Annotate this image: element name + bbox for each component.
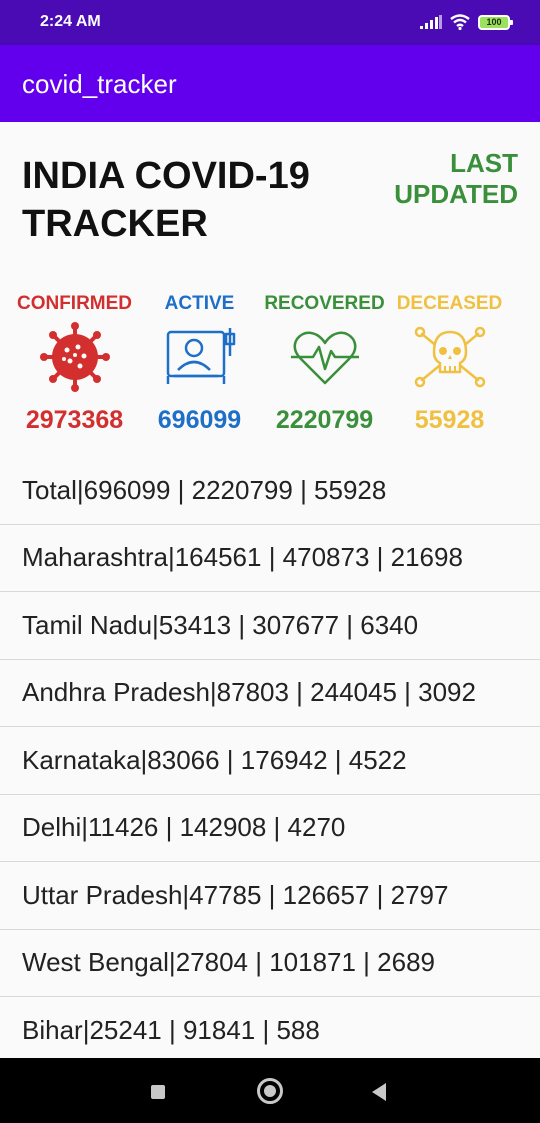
stat-label: DECEASED	[396, 293, 503, 314]
list-item[interactable]: Tamil Nadu|53413 | 307677 | 6340	[0, 592, 540, 660]
state-list[interactable]: Total|696099 | 2220799 | 55928 Maharasht…	[0, 457, 540, 1058]
back-triangle-icon[interactable]	[372, 1083, 386, 1101]
stat-value: 2973368	[25, 406, 124, 434]
skull-crossbones-icon	[413, 322, 487, 392]
main-content[interactable]: INDIA COVID-19 TRACKER LAST UPDATED CONF…	[0, 122, 540, 1058]
list-item[interactable]: Delhi|11426 | 142908 | 4270	[0, 795, 540, 862]
stat-label: CONFIRMED	[16, 293, 133, 314]
stat-label: ACTIVE	[164, 293, 235, 314]
list-item[interactable]: Andhra Pradesh|87803 | 244045 | 3092	[0, 660, 540, 727]
list-item-total[interactable]: Total|696099 | 2220799 | 55928	[0, 457, 540, 525]
stats-row: CONFIRMED 2973368 ACTIVE 696099 RECOVERE…	[12, 290, 528, 440]
list-item[interactable]: West Bengal|27804 | 101871 | 2689	[0, 930, 540, 997]
stat-value: 2220799	[275, 406, 374, 434]
stat-label: RECOVERED	[264, 293, 385, 314]
home-circle-icon[interactable]	[257, 1078, 283, 1104]
list-item[interactable]: Bihar|25241 | 91841 | 588	[0, 997, 540, 1058]
battery-icon: 100	[478, 14, 513, 30]
list-item[interactable]: Uttar Pradesh|47785 | 126657 | 2797	[0, 862, 540, 930]
recents-square-icon[interactable]	[151, 1085, 165, 1099]
signal-icon	[420, 15, 442, 29]
stat-confirmed: CONFIRMED 2973368	[12, 290, 137, 440]
stat-active: ACTIVE 696099	[137, 290, 262, 440]
stat-value: 55928	[414, 406, 485, 434]
stat-deceased: DECEASED 55928	[387, 290, 512, 440]
patient-bed-icon	[163, 322, 237, 392]
stat-value: 696099	[157, 406, 242, 434]
system-nav-bar	[0, 1058, 540, 1123]
app-bar: covid_tracker	[0, 45, 540, 122]
virus-icon	[38, 322, 112, 392]
list-item[interactable]: Maharashtra|164561 | 470873 | 21698	[0, 525, 540, 592]
status-icons: 100	[420, 14, 513, 30]
heartbeat-icon	[288, 322, 362, 392]
page-title: INDIA COVID-19 TRACKER	[22, 155, 310, 245]
wifi-icon	[450, 14, 470, 30]
last-updated-label: LAST UPDATED	[394, 148, 518, 209]
status-bar: 2:24 AM 100	[0, 0, 540, 45]
app-title: covid_tracker	[22, 69, 177, 99]
status-time: 2:24 AM	[40, 13, 101, 30]
list-item[interactable]: Karnataka|83066 | 176942 | 4522	[0, 727, 540, 795]
stat-recovered: RECOVERED 2220799	[262, 290, 387, 440]
